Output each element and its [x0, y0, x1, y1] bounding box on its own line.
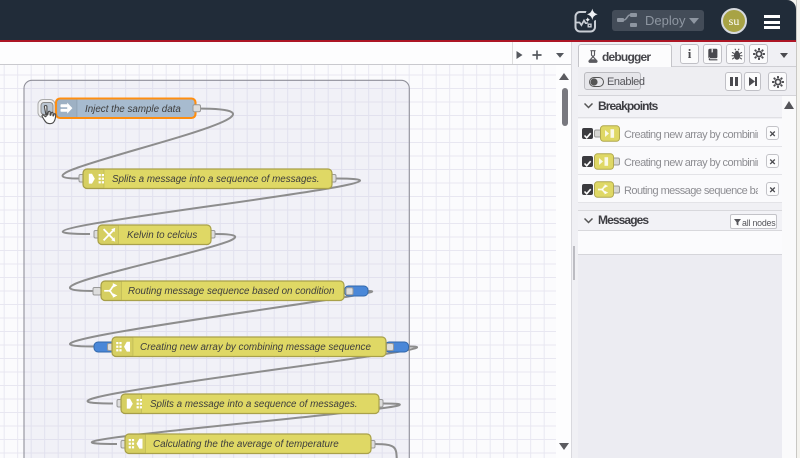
- svg-text:Routing message sequence based: Routing message sequence based on condit…: [128, 286, 334, 297]
- svg-text:Inject the sample data: Inject the sample data: [85, 104, 181, 115]
- svg-text:Calculating the the average of: Calculating the the average of temperatu…: [153, 439, 339, 450]
- svg-text:Creating new array by combinin: Creating new array by combining message …: [140, 342, 371, 353]
- svg-text:Splits a message into a sequen: Splits a message into a sequence of mess…: [150, 399, 358, 410]
- svg-text:Kelvin to celcius: Kelvin to celcius: [127, 230, 197, 241]
- svg-text:Splits a message into a sequen: Splits a message into a sequence of mess…: [112, 174, 320, 185]
